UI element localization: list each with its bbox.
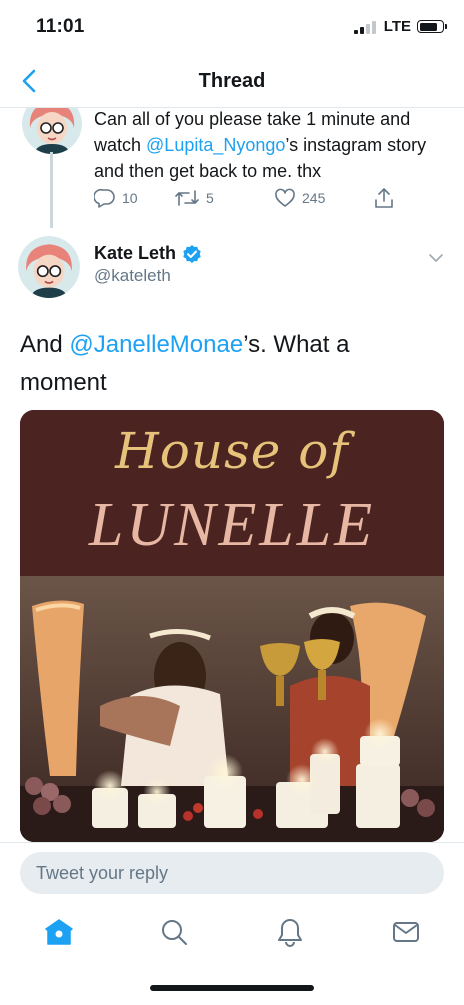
- retweet-icon: [175, 190, 199, 206]
- media-title-line1: House of: [115, 422, 349, 480]
- signal-icon: [353, 20, 376, 34]
- author-name[interactable]: Kate Leth: [94, 243, 202, 264]
- like-button[interactable]: 245: [274, 188, 374, 208]
- media-title-band: House of LUNELLE: [20, 410, 444, 576]
- retweet-count: 5: [206, 190, 214, 206]
- verified-badge-icon: [183, 244, 201, 263]
- home-icon: [45, 919, 73, 945]
- tweet-text: Can all of you please take 1 minute and …: [94, 109, 427, 181]
- tab-search[interactable]: [158, 916, 190, 948]
- reply-input[interactable]: [20, 852, 444, 894]
- status-indicators: LTE: [353, 18, 447, 35]
- notifications-icon: [278, 919, 302, 947]
- chevron-down-icon: [429, 254, 443, 262]
- status-time: 11:01: [36, 16, 85, 37]
- mention-link[interactable]: @Lupita_Nyongo: [146, 135, 285, 155]
- reply-icon: [94, 188, 115, 208]
- share-icon: [375, 188, 393, 208]
- search-icon: [162, 920, 187, 945]
- tweet-media-video[interactable]: House of LUNELLE: [20, 410, 444, 842]
- media-title-line2: LUNELLE: [88, 491, 376, 559]
- share-button[interactable]: [374, 187, 394, 209]
- thread-connector: [50, 152, 53, 228]
- like-count: 245: [302, 190, 326, 206]
- network-label: LTE: [383, 18, 411, 35]
- tab-bar: [0, 900, 464, 1005]
- tweet-menu-button[interactable]: [426, 248, 446, 268]
- author-handle[interactable]: @kateleth: [94, 266, 171, 286]
- messages-icon: [393, 922, 419, 942]
- tab-messages[interactable]: [390, 916, 422, 948]
- battery-icon: [417, 20, 447, 33]
- reply-count: 10: [122, 190, 138, 206]
- home-indicator[interactable]: [150, 985, 314, 991]
- tweet-text: And @JanelleMonae’s. What a moment: [20, 331, 350, 396]
- nav-bar: Thread: [0, 56, 464, 108]
- status-bar: 11:01 LTE: [0, 0, 464, 56]
- mention-link[interactable]: @JanelleMonae: [69, 331, 243, 358]
- reply-button[interactable]: 10: [94, 188, 174, 208]
- tweet-actions: 10 5 245: [94, 186, 404, 210]
- heart-icon: [275, 188, 295, 207]
- reply-bar: [0, 842, 464, 900]
- tab-notifications[interactable]: [274, 916, 306, 948]
- tab-home[interactable]: [43, 916, 75, 948]
- avatar[interactable]: [22, 108, 82, 154]
- previous-tweet[interactable]: Can all of you please take 1 minute and …: [0, 108, 464, 228]
- media-scene-image: [20, 576, 444, 842]
- retweet-button[interactable]: 5: [174, 188, 274, 208]
- page-title: Thread: [198, 70, 266, 92]
- avatar[interactable]: [18, 236, 80, 298]
